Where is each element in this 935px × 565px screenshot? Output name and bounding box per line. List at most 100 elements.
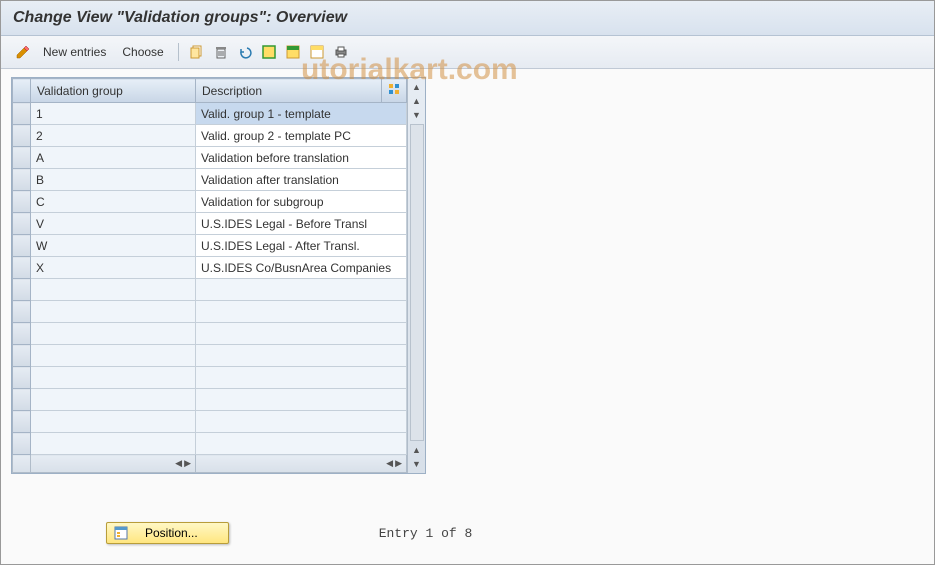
table-settings-icon[interactable] bbox=[382, 79, 407, 103]
table-row[interactable]: WU.S.IDES Legal - After Transl. bbox=[13, 235, 407, 257]
table-row[interactable]: 1Valid. group 1 - template bbox=[13, 103, 407, 125]
row-selector-handle[interactable] bbox=[13, 191, 31, 213]
row-selector-handle[interactable] bbox=[13, 323, 31, 345]
scroll-down-icon[interactable]: ▼ bbox=[410, 108, 424, 122]
table-row[interactable]: BValidation after translation bbox=[13, 169, 407, 191]
row-selector-handle[interactable] bbox=[13, 169, 31, 191]
choose-button[interactable]: Choose bbox=[116, 43, 169, 61]
scroll-right-icon[interactable]: ▶ bbox=[184, 458, 191, 469]
row-selector-handle[interactable] bbox=[13, 411, 31, 433]
cell-description[interactable] bbox=[196, 279, 407, 301]
table-row-empty[interactable] bbox=[13, 389, 407, 411]
cell-validation-group[interactable] bbox=[31, 433, 196, 455]
table-row-empty[interactable] bbox=[13, 301, 407, 323]
cell-validation-group[interactable]: X bbox=[31, 257, 196, 279]
cell-validation-group[interactable] bbox=[31, 389, 196, 411]
cell-validation-group[interactable]: V bbox=[31, 213, 196, 235]
cell-validation-group[interactable] bbox=[31, 367, 196, 389]
cell-validation-group[interactable]: C bbox=[31, 191, 196, 213]
cell-validation-group[interactable] bbox=[31, 323, 196, 345]
cell-description[interactable] bbox=[196, 367, 407, 389]
cell-validation-group[interactable] bbox=[31, 345, 196, 367]
cell-validation-group[interactable]: W bbox=[31, 235, 196, 257]
table-row[interactable]: 2Valid. group 2 - template PC bbox=[13, 125, 407, 147]
deselect-all-icon[interactable] bbox=[307, 42, 327, 62]
table-row-empty[interactable] bbox=[13, 367, 407, 389]
table-row[interactable]: CValidation for subgroup bbox=[13, 191, 407, 213]
scroll-left-icon[interactable]: ◀ bbox=[386, 458, 393, 469]
validation-groups-table: Validation group Description 1Valid. gro… bbox=[12, 78, 407, 473]
cell-description[interactable]: Validation after translation bbox=[196, 169, 407, 191]
table-row-empty[interactable] bbox=[13, 279, 407, 301]
position-button[interactable]: Position... bbox=[106, 522, 229, 544]
scroll-up-icon[interactable]: ▲ bbox=[410, 80, 424, 94]
entry-status: Entry 1 of 8 bbox=[379, 526, 473, 541]
position-icon bbox=[113, 525, 129, 541]
column-header-group[interactable]: Validation group bbox=[31, 79, 196, 103]
main-content: Validation group Description 1Valid. gro… bbox=[1, 69, 934, 482]
cell-description[interactable] bbox=[196, 411, 407, 433]
row-selector-handle[interactable] bbox=[13, 125, 31, 147]
cell-validation-group[interactable]: B bbox=[31, 169, 196, 191]
cell-description[interactable] bbox=[196, 433, 407, 455]
toolbar-divider bbox=[178, 43, 179, 61]
column-header-description[interactable]: Description bbox=[196, 79, 382, 103]
cell-description[interactable]: U.S.IDES Co/BusnArea Companies bbox=[196, 257, 407, 279]
scroll-down-icon[interactable]: ▼ bbox=[410, 457, 424, 471]
page-title: Change View "Validation groups": Overvie… bbox=[1, 1, 934, 36]
row-selector-handle[interactable] bbox=[13, 235, 31, 257]
cell-description[interactable]: Validation for subgroup bbox=[196, 191, 407, 213]
change-mode-icon[interactable] bbox=[13, 42, 33, 62]
cell-validation-group[interactable]: A bbox=[31, 147, 196, 169]
cell-description[interactable] bbox=[196, 301, 407, 323]
scroll-track[interactable] bbox=[410, 124, 424, 441]
position-label: Position... bbox=[145, 526, 198, 540]
cell-description[interactable]: Validation before translation bbox=[196, 147, 407, 169]
application-toolbar: New entries Choose bbox=[1, 36, 934, 69]
vertical-scrollbar[interactable]: ▲ ▲ ▼ ▲ ▼ bbox=[407, 78, 425, 473]
row-selector-handle[interactable] bbox=[13, 389, 31, 411]
select-all-icon[interactable] bbox=[259, 42, 279, 62]
cell-description[interactable]: U.S.IDES Legal - After Transl. bbox=[196, 235, 407, 257]
table-row[interactable]: XU.S.IDES Co/BusnArea Companies bbox=[13, 257, 407, 279]
row-selector-handle[interactable] bbox=[13, 345, 31, 367]
horizontal-scrollbar[interactable]: ◀ ▶ ◀ ▶ bbox=[13, 455, 407, 473]
copy-icon[interactable] bbox=[187, 42, 207, 62]
row-selector-handle[interactable] bbox=[13, 257, 31, 279]
cell-validation-group[interactable]: 1 bbox=[31, 103, 196, 125]
cell-description[interactable] bbox=[196, 389, 407, 411]
table-row-empty[interactable] bbox=[13, 411, 407, 433]
print-icon[interactable] bbox=[331, 42, 351, 62]
scroll-up-icon[interactable]: ▲ bbox=[410, 94, 424, 108]
cell-validation-group[interactable]: 2 bbox=[31, 125, 196, 147]
row-selector-handle[interactable] bbox=[13, 279, 31, 301]
delete-icon[interactable] bbox=[211, 42, 231, 62]
scroll-left-icon[interactable]: ◀ bbox=[175, 458, 182, 469]
table-row[interactable]: AValidation before translation bbox=[13, 147, 407, 169]
select-all-rows-handle[interactable] bbox=[13, 79, 31, 103]
cell-description[interactable] bbox=[196, 323, 407, 345]
cell-description[interactable] bbox=[196, 345, 407, 367]
table-row[interactable]: VU.S.IDES Legal - Before Transl bbox=[13, 213, 407, 235]
footer-bar: Position... Entry 1 of 8 bbox=[1, 522, 934, 544]
cell-validation-group[interactable] bbox=[31, 411, 196, 433]
row-selector-handle[interactable] bbox=[13, 367, 31, 389]
row-selector-handle[interactable] bbox=[13, 213, 31, 235]
cell-description[interactable]: U.S.IDES Legal - Before Transl bbox=[196, 213, 407, 235]
select-block-icon[interactable] bbox=[283, 42, 303, 62]
row-selector-handle[interactable] bbox=[13, 147, 31, 169]
cell-validation-group[interactable] bbox=[31, 279, 196, 301]
cell-description[interactable]: Valid. group 1 - template bbox=[196, 103, 407, 125]
table-row-empty[interactable] bbox=[13, 345, 407, 367]
undo-icon[interactable] bbox=[235, 42, 255, 62]
table-row-empty[interactable] bbox=[13, 323, 407, 345]
row-selector-handle[interactable] bbox=[13, 103, 31, 125]
scroll-right-icon[interactable]: ▶ bbox=[395, 458, 402, 469]
cell-validation-group[interactable] bbox=[31, 301, 196, 323]
new-entries-button[interactable]: New entries bbox=[37, 43, 112, 61]
row-selector-handle[interactable] bbox=[13, 433, 31, 455]
scroll-up-icon[interactable]: ▲ bbox=[410, 443, 424, 457]
row-selector-handle[interactable] bbox=[13, 301, 31, 323]
cell-description[interactable]: Valid. group 2 - template PC bbox=[196, 125, 407, 147]
table-row-empty[interactable] bbox=[13, 433, 407, 455]
